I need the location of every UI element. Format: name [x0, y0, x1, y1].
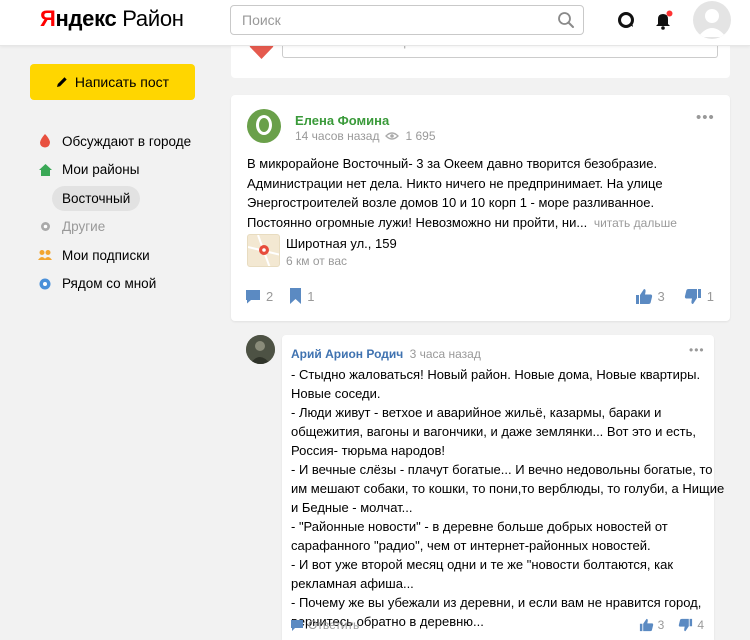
- post-time: 14 часов назад: [295, 129, 380, 143]
- location-icon: [38, 277, 52, 291]
- comment-line: - "Районные новости" - в деревне больше …: [291, 519, 668, 534]
- comment-dislikes-count: 4: [697, 618, 704, 632]
- logo-ya: Я: [40, 6, 56, 31]
- comment-line: им мешают собаки, то кошки, то пони,то в…: [291, 481, 725, 496]
- read-more-link[interactable]: читать дальше: [594, 216, 677, 230]
- sidebar-item-subscriptions[interactable]: Мои подписки: [38, 241, 228, 270]
- likes-count: 3: [657, 289, 665, 304]
- bookmarks-count: 1: [307, 288, 315, 304]
- sidebar-item-label: Обсуждают в городе: [62, 133, 192, 149]
- pencil-icon: [56, 77, 67, 87]
- sidebar-nav: Обсуждают в городе Мои районы Восточный …: [38, 127, 228, 298]
- sidebar-item-label: Мои подписки: [62, 247, 150, 263]
- comment-icon: [246, 289, 260, 303]
- logo-rayon: Район: [116, 6, 184, 31]
- comment-author[interactable]: Арий Арион Родич: [291, 347, 403, 361]
- map-pin-icon: [248, 235, 279, 266]
- thumbs-up-icon[interactable]: [639, 618, 654, 632]
- reply-button[interactable]: Ответить: [291, 618, 359, 632]
- author-name[interactable]: Елена Фомина: [295, 113, 389, 128]
- fire-icon: [38, 134, 52, 148]
- sidebar-item-nearby[interactable]: Рядом со мной: [38, 270, 228, 299]
- comment-line: - Почему же вы убежали из деревни, и есл…: [291, 595, 702, 610]
- comment-header: Арий Арион Родич 3 часа назад: [291, 347, 481, 361]
- sidebar-item-other[interactable]: Другие: [38, 213, 228, 242]
- logo-ndex: ндекс: [55, 6, 117, 31]
- comment-line: рекламная афиша...: [291, 576, 414, 591]
- post-text: В микрорайоне Восточный- 3 за Океем давн…: [247, 154, 719, 233]
- comment-line: и Бедные - молчат...: [291, 500, 413, 515]
- thumbs-up-icon[interactable]: [635, 288, 653, 305]
- comment-line: сарафанного "радио", чем от интернет-рай…: [291, 538, 651, 553]
- post-actions: 2 1: [245, 288, 324, 304]
- comment-text: - Стыдно жаловаться! Новый район. Новые …: [291, 365, 725, 631]
- comment-more-options-icon[interactable]: •••: [689, 343, 705, 357]
- comments-button[interactable]: 2: [245, 289, 273, 304]
- comment-reactions: 3 4: [639, 618, 704, 632]
- commenter-photo: [246, 335, 275, 364]
- home-icon: [38, 163, 52, 177]
- sidebar-item-vostochny[interactable]: Восточный: [52, 184, 228, 213]
- comment-line: общежития, вагоны и вагончики, и даже зе…: [291, 424, 697, 439]
- comment-line: - И вот уже второй месяц одни и те же "н…: [291, 557, 674, 572]
- comment-time: 3 часа назад: [409, 347, 481, 361]
- comment-line: Новые соседи.: [291, 386, 381, 401]
- user-placeholder-icon: [698, 9, 726, 37]
- bell-icon[interactable]: [652, 9, 674, 31]
- bookmark-button[interactable]: 1: [289, 288, 314, 304]
- place-block[interactable]: Широтная ул., 159 6 км от вас: [247, 234, 507, 268]
- dislikes-count: 1: [706, 289, 714, 304]
- author-avatar[interactable]: [247, 109, 281, 143]
- comment-line: - Люди живут - ветхое и аварийное жильё,…: [291, 405, 662, 420]
- eye-icon: [385, 132, 400, 140]
- user-avatar[interactable]: [693, 1, 731, 39]
- place-name: Широтная ул., 159: [286, 236, 397, 251]
- views-count: 1 695: [405, 129, 436, 143]
- sidebar-item-label: Другие: [62, 219, 106, 235]
- search-icon[interactable]: [557, 11, 575, 29]
- map-thumbnail: [247, 234, 280, 267]
- write-post-label: Написать пост: [74, 74, 170, 90]
- comment-likes-count: 3: [657, 618, 665, 632]
- sidebar-item-label: Мои районы: [62, 162, 140, 178]
- people-icon: [38, 248, 52, 262]
- sidebar-item-discussed[interactable]: Обсуждают в городе: [38, 127, 228, 156]
- messenger-icon[interactable]: [615, 9, 637, 31]
- more-options-icon[interactable]: •••: [696, 109, 715, 126]
- header: Яндекс Район: [0, 0, 750, 46]
- write-post-button[interactable]: Написать пост: [30, 64, 195, 100]
- comment-card: Арий Арион Родич 3 часа назад ••• - Стыд…: [282, 335, 725, 640]
- post-reactions: 3 1: [635, 288, 714, 305]
- thumbs-down-icon[interactable]: [684, 288, 702, 305]
- post-meta: 14 часов назад 1 695: [295, 129, 436, 143]
- comments-count: 2: [266, 288, 274, 304]
- user-placeholder-icon: [256, 115, 272, 135]
- sidebar-item-label: Восточный: [52, 185, 141, 211]
- gear-icon: [38, 220, 52, 234]
- comment-line: - Стыдно жаловаться! Новый район. Новые …: [291, 367, 701, 382]
- thumbs-down-icon[interactable]: [678, 618, 693, 632]
- comment-line: - И вечные слёзы - плачут богатые... И в…: [291, 462, 713, 477]
- sidebar-item-my-districts[interactable]: Мои районы: [38, 156, 228, 185]
- reply-icon: [291, 619, 303, 631]
- place-distance: 6 км от вас: [286, 254, 347, 268]
- logo[interactable]: Яндекс Район: [40, 6, 184, 32]
- sidebar-item-label: Рядом со мной: [62, 276, 157, 292]
- reply-label: Ответить: [308, 618, 360, 632]
- post-card: Елена Фомина 14 часов назад 1 695 ••• В …: [231, 95, 730, 321]
- comment-line: Россия- тюрьма народов!: [291, 443, 445, 458]
- commenter-avatar[interactable]: [246, 335, 275, 364]
- search-box: [230, 5, 584, 35]
- bookmark-icon: [290, 288, 302, 304]
- search-input[interactable]: [242, 6, 542, 34]
